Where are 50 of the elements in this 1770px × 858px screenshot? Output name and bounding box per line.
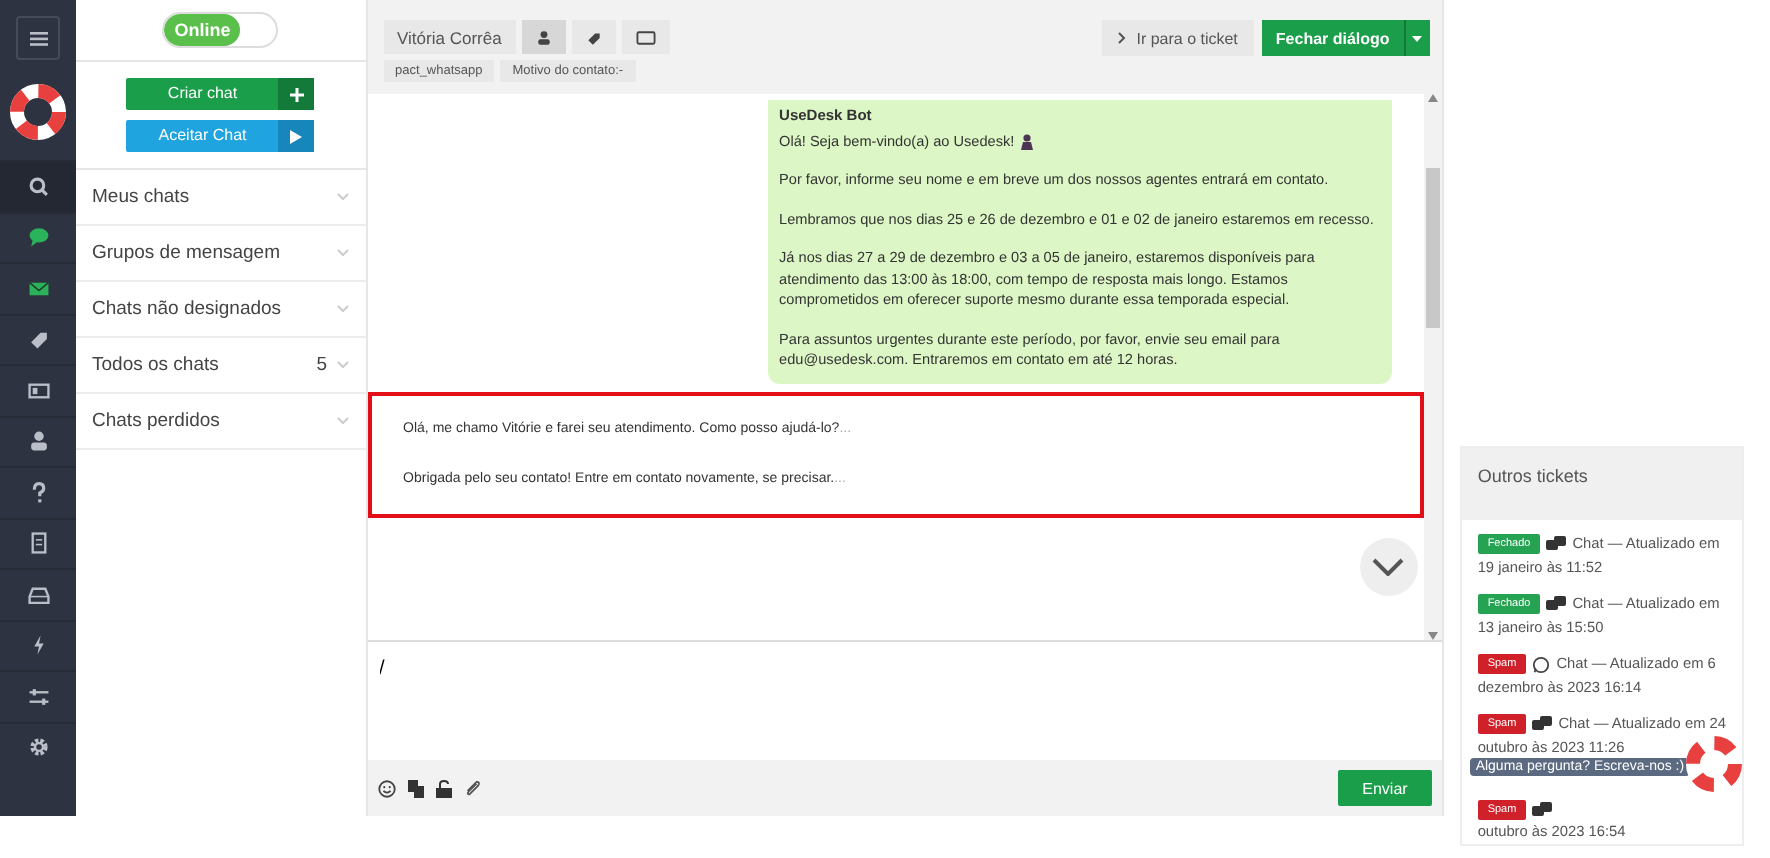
person-icon <box>27 430 49 453</box>
contact-tab[interactable]: Vitória Corrêa <box>383 20 516 54</box>
scrollbar[interactable] <box>1423 94 1442 640</box>
whatsapp-icon <box>1532 655 1551 673</box>
person-emoji-icon <box>1020 133 1035 150</box>
copy-icon[interactable] <box>407 779 424 797</box>
smiley-icon[interactable] <box>377 779 396 797</box>
chat-icon <box>1532 716 1553 732</box>
window-tab[interactable] <box>621 20 670 54</box>
person-tab[interactable] <box>521 20 566 54</box>
tag-icon <box>27 328 49 351</box>
window-icon <box>635 29 656 45</box>
go-to-ticket-button[interactable]: Ir para o ticket <box>1102 20 1254 56</box>
chevron-icon <box>1372 557 1405 575</box>
search-icon <box>27 175 49 198</box>
message-input[interactable]: / <box>379 658 1430 680</box>
menu-icon <box>29 31 47 45</box>
tag-icon <box>585 29 602 45</box>
chat-icon <box>27 226 49 249</box>
chat-icon <box>1546 596 1567 612</box>
sliders-icon <box>27 685 49 708</box>
scroll-down-button[interactable] <box>1359 537 1418 595</box>
chat-count: 5 <box>316 354 328 376</box>
sidebar-item[interactable]: Chats não designados <box>92 298 328 320</box>
document-icon <box>27 532 49 555</box>
panel-title: Outros tickets <box>1461 448 1742 520</box>
menu-button[interactable] <box>16 16 60 60</box>
chat-icon <box>1546 536 1567 552</box>
scrollbar-thumb[interactable] <box>1425 167 1440 327</box>
sidebar-item[interactable]: Chats perdidos <box>92 410 328 432</box>
sidebar-item[interactable]: Meus chats <box>92 186 328 208</box>
inbox-icon <box>27 583 49 606</box>
play-icon <box>290 129 303 143</box>
caret-icon[interactable] <box>1412 35 1423 41</box>
plus-icon <box>289 87 304 101</box>
scroll-down-icon[interactable] <box>1427 632 1438 640</box>
help-icon <box>27 481 49 504</box>
chat-icon <box>1532 802 1553 818</box>
mail-icon <box>27 277 49 300</box>
chevron-icon <box>1118 32 1127 44</box>
tag-tab[interactable] <box>571 20 616 54</box>
sidebar-item[interactable]: Todos os chats <box>92 354 309 376</box>
card-icon <box>27 379 49 402</box>
unlocked-padlock-icon[interactable] <box>435 779 452 797</box>
sidebar-item[interactable]: Grupos de mensagem <box>92 242 328 264</box>
lifebuoy-icon[interactable] <box>10 84 66 140</box>
gear-icon <box>27 736 49 759</box>
paperclip-icon[interactable] <box>463 779 482 797</box>
person-icon <box>535 29 552 45</box>
rail-item[interactable] <box>0 160 76 211</box>
